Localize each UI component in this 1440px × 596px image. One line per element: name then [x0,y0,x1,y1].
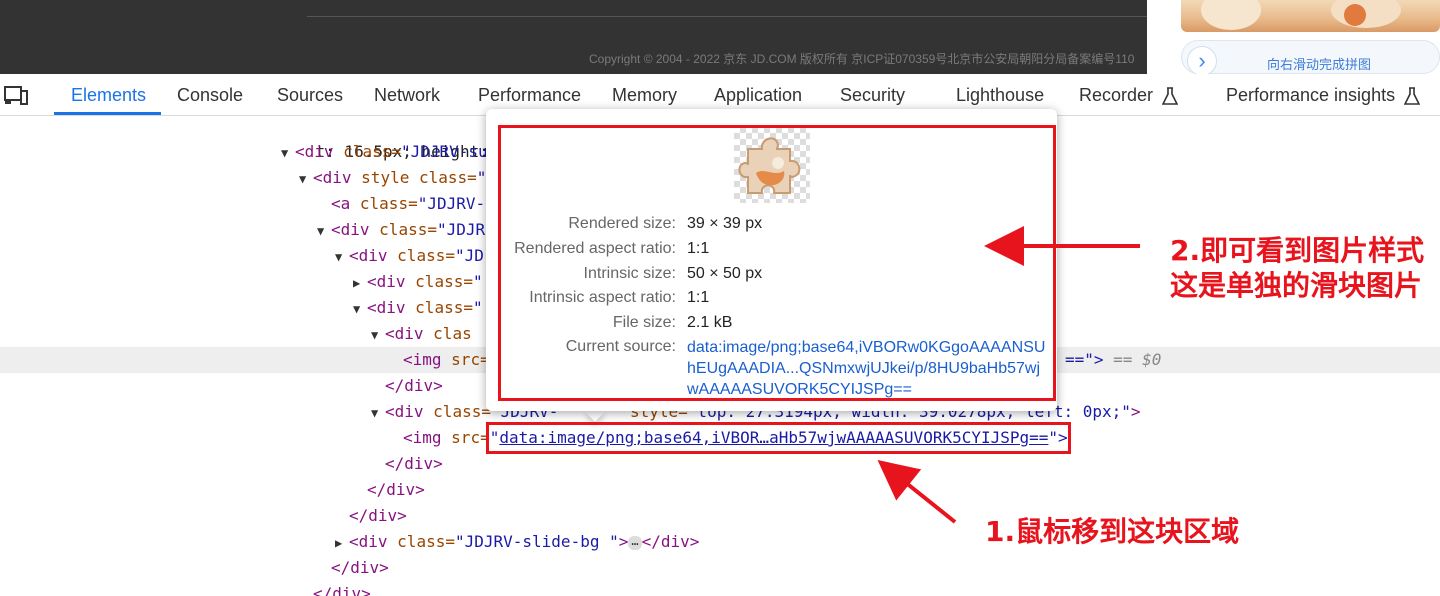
arrow-up-left-icon [877,460,957,524]
annotation-note-2-line1: 2.即可看到图片样式 [1170,234,1425,267]
annotation-note-2-line2: 这是单独的滑块图片 [1170,269,1423,302]
annotation-note-1: 1.鼠标移到这块区域 [985,515,1240,548]
